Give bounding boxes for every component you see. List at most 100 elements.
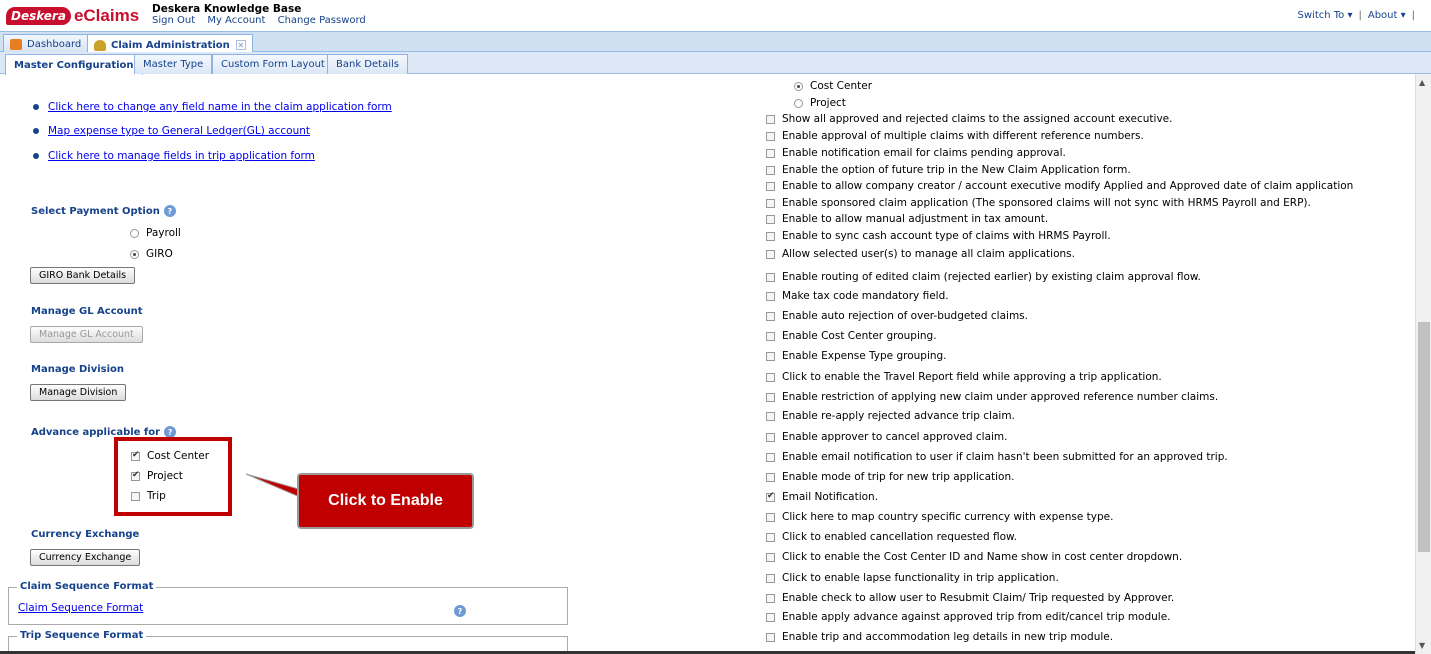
claim-sequence-fieldset: Claim Sequence Format Claim Sequence For… [8,581,568,625]
checkbox[interactable] [766,472,775,482]
checkbox-label: Enable sponsored claim application (The … [782,197,1311,209]
setting-option[interactable]: Enable email notification to user if cla… [766,451,1228,463]
close-icon[interactable]: ✕ [235,40,246,50]
radio-giro[interactable]: GIRO [130,248,173,260]
checkbox-label: Enable approver to cancel approved claim… [782,431,1008,443]
setting-option[interactable]: Enable check to allow user to Resubmit C… [766,592,1174,604]
checkbox[interactable] [766,593,775,603]
sign-out-link[interactable]: Sign Out [152,15,195,26]
setting-option[interactable]: Enable to allow company creator / accoun… [766,180,1353,192]
manage-gl-account-button[interactable]: Manage GL Account [30,326,143,343]
checkbox[interactable] [766,198,775,208]
help-icon[interactable]: ? [163,205,176,217]
logo-text: eClaims [73,6,140,25]
tab-claim-administration[interactable]: Claim Administration ✕ [87,34,253,53]
setting-option[interactable]: Enable approver to cancel approved claim… [766,431,1008,443]
currency-exchange-button[interactable]: Currency Exchange [30,549,141,566]
scrollbar-thumb[interactable] [1418,322,1430,552]
checkbox-label: Enable routing of edited claim (rejected… [782,271,1201,283]
tab-master-type[interactable]: Master Type [134,54,213,74]
switch-to-menu[interactable]: Switch To ▾ [1298,10,1353,21]
tab-dashboard[interactable]: Dashboard [3,34,89,52]
checkbox[interactable] [766,148,775,158]
checkbox-label: Enable restriction of applying new claim… [782,391,1219,403]
setting-option[interactable]: Enable Cost Center grouping. [766,330,937,342]
setting-option[interactable]: Click to enable the Travel Report field … [766,371,1162,383]
checkbox[interactable] [766,632,775,642]
vertical-scrollbar[interactable]: ▲ ▼ [1415,74,1431,654]
radio-button[interactable] [130,228,139,238]
setting-option[interactable]: Enable auto rejection of over-budgeted c… [766,310,1028,322]
checkbox[interactable] [766,532,775,542]
setting-option[interactable]: Enable to sync cash account type of clai… [766,230,1111,242]
setting-option[interactable]: Enable Expense Type grouping. [766,350,947,362]
checkbox[interactable] [766,452,775,462]
setting-option[interactable]: Show all approved and rejected claims to… [766,113,1172,125]
manage-trip-fields-link[interactable]: Click here to manage fields in trip appl… [48,150,315,162]
checkbox[interactable] [766,249,775,259]
checkbox[interactable] [766,351,775,361]
setting-option[interactable]: Click here to map country specific curre… [766,511,1113,523]
setting-option[interactable]: Enable routing of edited claim (rejected… [766,271,1201,283]
checkbox[interactable] [766,291,775,301]
tab-master-configuration[interactable]: Master Configuration [5,54,143,75]
checkbox[interactable] [766,552,775,562]
tab-custom-form-layout[interactable]: Custom Form Layout [212,54,334,74]
setting-option[interactable]: Enable notification email for claims pen… [766,147,1066,159]
setting-option[interactable]: Enable apply advance against approved tr… [766,611,1171,623]
setting-option[interactable]: Click to enable the Cost Center ID and N… [766,551,1182,563]
tab-bank-details[interactable]: Bank Details [327,54,408,74]
my-account-link[interactable]: My Account [207,15,265,26]
radio-project[interactable]: Project [794,97,846,109]
app-logo[interactable]: Deskera eClaims [6,6,139,26]
checkbox[interactable] [766,272,775,282]
radio-payroll[interactable]: Payroll [130,227,181,239]
checkbox[interactable] [766,372,775,382]
setting-option[interactable]: Enable restriction of applying new claim… [766,391,1218,403]
scroll-down-icon[interactable]: ▼ [1419,641,1425,650]
setting-option[interactable]: Click to enable lapse functionality in t… [766,572,1059,584]
checkbox[interactable] [766,331,775,341]
radio-button[interactable] [130,249,139,259]
checkbox[interactable] [766,311,775,321]
map-expense-gl-link[interactable]: Map expense type to General Ledger(GL) a… [48,125,310,137]
checkbox-label: Enable email notification to user if cla… [782,451,1228,463]
manage-division-button[interactable]: Manage Division [30,384,127,401]
checkbox[interactable] [766,181,775,191]
claim-sequence-link[interactable]: Claim Sequence Format [18,602,143,614]
checkbox[interactable] [766,231,775,241]
checkbox[interactable] [766,491,775,502]
setting-option[interactable]: Enable approval of multiple claims with … [766,130,1144,142]
scroll-up-icon[interactable]: ▲ [1419,78,1425,87]
checkbox[interactable] [766,392,775,402]
logo-badge: Deskera [6,7,71,25]
checkbox[interactable] [766,612,775,622]
setting-option[interactable]: Enable trip and accommodation leg detail… [766,631,1113,643]
setting-option[interactable]: Click to enabled cancellation requested … [766,531,1017,543]
setting-option[interactable]: Allow selected user(s) to manage all cla… [766,248,1075,260]
giro-bank-details-button[interactable]: GIRO Bank Details [30,267,136,284]
radio-cost-center[interactable]: Cost Center [794,80,872,92]
setting-option[interactable]: Enable to allow manual adjustment in tax… [766,213,1048,225]
setting-option[interactable]: Make tax code mandatory field. [766,290,949,302]
setting-option[interactable]: Enable re-apply rejected advance trip cl… [766,410,1015,422]
checkbox[interactable] [766,573,775,583]
setting-option[interactable]: Enable mode of trip for new trip applica… [766,471,1014,483]
checkbox[interactable] [766,165,775,175]
knowledge-base-title: Deskera Knowledge Base [152,3,302,15]
checkbox[interactable] [766,214,775,224]
setting-option[interactable]: Enable the option of future trip in the … [766,164,1131,176]
checkbox[interactable] [766,131,775,141]
setting-option[interactable]: Email Notification. [766,491,878,503]
change-password-link[interactable]: Change Password [278,15,366,26]
checkbox[interactable] [766,114,775,124]
checkbox[interactable] [766,512,775,522]
radio-button[interactable] [794,81,803,91]
checkbox[interactable] [766,432,775,442]
checkbox[interactable] [766,411,775,421]
about-menu[interactable]: About ▾ [1368,10,1406,21]
help-icon[interactable]: ? [454,605,466,617]
radio-button[interactable] [794,98,803,108]
change-field-name-link[interactable]: Click here to change any field name in t… [48,101,392,113]
setting-option[interactable]: Enable sponsored claim application (The … [766,197,1311,209]
